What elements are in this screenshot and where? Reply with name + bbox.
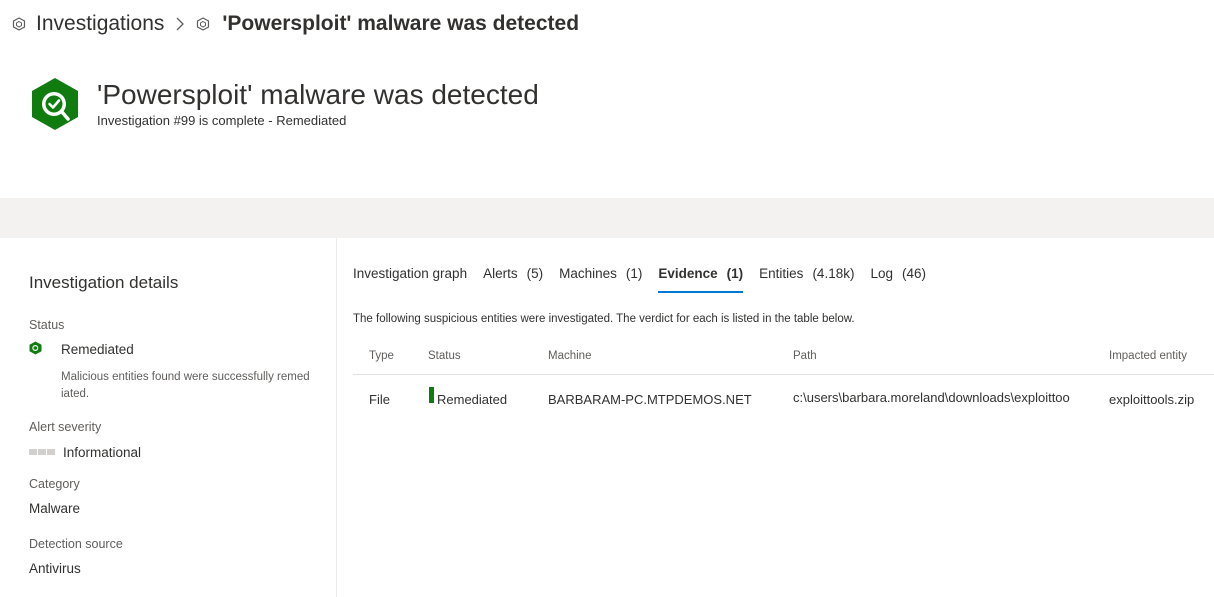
severity-value: Informational xyxy=(63,445,142,460)
cell-type: File xyxy=(369,392,390,407)
table-row[interactable]: File Remediated BARBARAM-PC.MTPDEMOS.NET… xyxy=(353,376,1214,420)
status-label: Status xyxy=(29,318,65,332)
table-header: Type Status Machine Path Impacted entity xyxy=(353,340,1214,375)
investigation-icon xyxy=(12,17,26,31)
column-header-path[interactable]: Path xyxy=(793,350,817,362)
details-title: Investigation details xyxy=(29,273,179,292)
detection-source-value: Antivirus xyxy=(29,561,81,576)
cell-path: c:\users\barbara.moreland\downloads\expl… xyxy=(793,390,1070,405)
investigation-icon xyxy=(197,17,210,31)
remediated-status-icon xyxy=(29,341,42,355)
remediated-status-bar xyxy=(429,387,434,403)
category-value: Malware xyxy=(29,501,81,516)
breadcrumb-current: 'Powersploit' malware was detected xyxy=(222,12,580,35)
tab-entities[interactable]: Entities (4.18k) xyxy=(759,266,854,294)
column-header-impacted-entity[interactable]: Impacted entity xyxy=(1109,350,1187,362)
tab-bar: Investigation graph Alerts (5) Machines (1… xyxy=(353,266,942,294)
severity-indicator xyxy=(29,449,55,455)
breadcrumb-investigations-link[interactable]: Investigations xyxy=(36,12,164,36)
column-header-status[interactable]: Status xyxy=(428,350,461,362)
tab-machines[interactable]: Machines (1) xyxy=(559,266,642,294)
column-header-type[interactable]: Type xyxy=(369,350,394,362)
cell-machine[interactable]: BARBARAM-PC.MTPDEMOS.NET xyxy=(548,392,752,407)
tab-evidence[interactable]: Evidence (1) xyxy=(658,266,743,294)
shield-check-icon xyxy=(32,78,78,130)
evidence-intro-text: The following suspicious entities were i… xyxy=(353,313,855,325)
investigation-details-panel: Investigation details Status Remediated … xyxy=(0,238,337,597)
tab-investigation-graph[interactable]: Investigation graph xyxy=(353,266,467,294)
breadcrumb: Investigations 'Powersploit' malware was… xyxy=(12,10,579,38)
tab-alerts[interactable]: Alerts (5) xyxy=(483,266,543,294)
severity-label: Alert severity xyxy=(29,420,102,434)
header-band xyxy=(0,198,1214,238)
page-title: 'Powersploit' malware was detected xyxy=(97,79,539,110)
tab-log[interactable]: Log (46) xyxy=(870,266,926,294)
status-description: Malicious entities found were successful… xyxy=(61,371,310,400)
column-header-machine[interactable]: Machine xyxy=(548,350,591,362)
cell-impacted-entity[interactable]: exploittools.zip xyxy=(1109,392,1194,407)
status-value: Remediated xyxy=(61,342,134,357)
category-label: Category xyxy=(29,477,80,491)
chevron-right-icon xyxy=(176,17,185,31)
detection-source-label: Detection source xyxy=(29,537,123,551)
page-subtitle: Investigation #99 is complete - Remediat… xyxy=(97,113,347,128)
cell-status: Remediated xyxy=(437,392,508,407)
